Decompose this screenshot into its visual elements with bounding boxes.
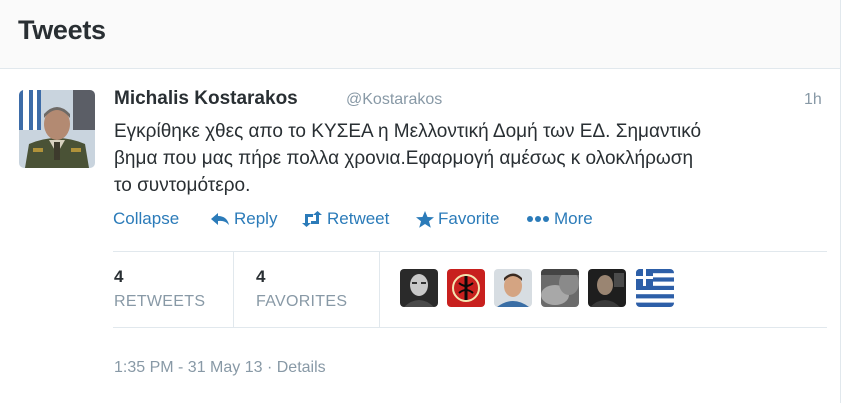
favorite-label: Favorite <box>438 209 500 228</box>
footer-separator: · <box>266 359 273 376</box>
timeline-header: Tweets <box>0 0 840 69</box>
author-avatar[interactable] <box>19 90 95 168</box>
favoriter-avatar[interactable] <box>400 269 438 307</box>
retweets-label[interactable]: RETWEETS <box>114 293 205 311</box>
tweet-full-timestamp[interactable]: 1:35 PM - 31 May 13 <box>114 359 263 376</box>
column-border <box>840 0 841 403</box>
favoriter-avatar[interactable] <box>447 269 485 307</box>
retweets-count[interactable]: 4 <box>114 267 123 287</box>
collapse-link[interactable]: Collapse <box>113 209 179 229</box>
favorites-label[interactable]: FAVORITES <box>256 293 347 311</box>
reply-icon <box>211 213 229 225</box>
details-link[interactable]: Details <box>277 359 326 376</box>
tweet-text: Εγκρίθηκε χθες απο το ΚΥΣΕΑ η Μελλοντική… <box>114 118 819 199</box>
tweet-text-line: Εγκρίθηκε χθες απο το ΚΥΣΕΑ η Μελλοντική… <box>114 121 702 142</box>
author-handle[interactable]: @Kostarakos <box>346 91 442 109</box>
star-icon <box>416 210 434 228</box>
stats-divider-bottom <box>113 327 827 328</box>
favoriter-avatar[interactable] <box>541 269 579 307</box>
retweet-label: Retweet <box>327 209 390 228</box>
page-title: Tweets <box>18 15 106 45</box>
stats-divider-top <box>113 251 827 252</box>
reply-label: Reply <box>234 209 278 228</box>
stats-separator <box>233 252 234 327</box>
tweet-timestamp-relative[interactable]: 1h <box>804 91 822 109</box>
collapse-label: Collapse <box>113 209 180 228</box>
favoriter-avatar[interactable] <box>588 269 626 307</box>
favoriter-avatar-greek-flag[interactable] <box>636 269 674 307</box>
favoriter-avatar[interactable] <box>494 269 532 307</box>
favorites-count[interactable]: 4 <box>256 267 265 287</box>
tweet-text-line: βημα που μας πήρε πολλα χρονια.Εφαρμογή … <box>114 148 694 169</box>
favorite-button[interactable]: Favorite <box>416 209 499 229</box>
tweet-footer: 1:35 PM - 31 May 13 · Details <box>114 359 326 377</box>
more-label: More <box>554 209 593 228</box>
stats-separator <box>379 252 380 327</box>
tweet-text-line: το συντομότερο. <box>114 175 251 196</box>
author-name[interactable]: Michalis Kostarakos <box>114 88 298 110</box>
more-dots-icon <box>527 216 549 222</box>
more-button[interactable]: More <box>526 209 593 229</box>
retweet-button[interactable]: Retweet <box>301 209 389 229</box>
reply-button[interactable]: Reply <box>210 209 277 229</box>
retweet-icon <box>302 211 322 227</box>
